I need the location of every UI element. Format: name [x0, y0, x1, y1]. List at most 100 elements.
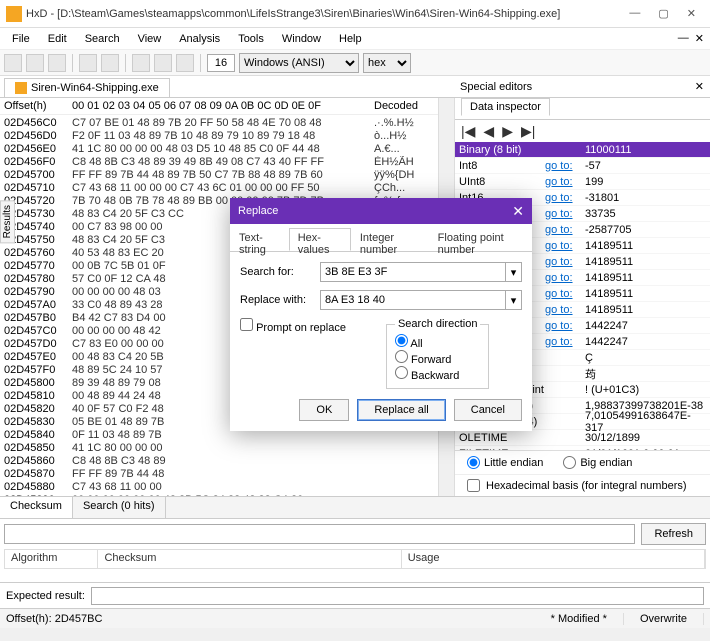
special-editors-close-icon[interactable]: ✕	[695, 80, 704, 93]
ok-button[interactable]: OK	[299, 399, 349, 421]
results-sidebar-label[interactable]: Results	[0, 200, 15, 243]
mdi-close-icon[interactable]: ✕	[695, 32, 704, 45]
tab-data-inspector[interactable]: Data inspector	[461, 98, 550, 116]
menu-edit[interactable]: Edit	[40, 31, 75, 47]
menu-view[interactable]: View	[130, 31, 170, 47]
menu-analysis[interactable]: Analysis	[171, 31, 228, 47]
tab-text-string[interactable]: Text-string	[230, 228, 289, 251]
hex-bytes[interactable]: 00 00 00 00 00 00 48 8B 5C 24 38 48 83 C…	[72, 494, 374, 496]
hex-row[interactable]: 02D456E041 1C 80 00 00 00 48 03 D5 10 48…	[4, 143, 434, 156]
redo-icon[interactable]	[101, 54, 119, 72]
inspector-row[interactable]: Int8go to:-57	[455, 158, 710, 174]
hex-bytes[interactable]: 41 1C 80 00 00 00 48 03 D5 10 48 85 C0 0…	[72, 143, 374, 156]
refresh-button[interactable]: Refresh	[641, 523, 706, 545]
minimize-button[interactable]: —	[629, 7, 640, 20]
col-algorithm[interactable]: Algorithm	[5, 550, 98, 568]
dialog-close-icon[interactable]: ✕	[512, 203, 524, 220]
maximize-button[interactable]: ▢	[658, 7, 668, 20]
bytes-per-row-input[interactable]	[207, 54, 235, 72]
search-for-input[interactable]	[320, 262, 506, 282]
prompt-checkbox[interactable]	[240, 318, 253, 331]
dir-all-radio[interactable]	[395, 334, 408, 347]
dir-backward[interactable]: Backward	[395, 370, 459, 382]
save-icon[interactable]	[48, 54, 66, 72]
endian-little[interactable]: Little endian	[467, 456, 543, 469]
replace-all-button[interactable]: Replace all	[357, 399, 445, 421]
goto-link[interactable]: go to:	[545, 176, 585, 188]
nav-prev-icon[interactable]: ◀	[483, 123, 494, 140]
nav-last-icon[interactable]: ▶|	[521, 123, 535, 140]
endian-big-radio[interactable]	[563, 456, 576, 469]
open-icon[interactable]	[26, 54, 44, 72]
tab-integer[interactable]: Integer number	[351, 228, 429, 251]
endian-little-radio[interactable]	[467, 456, 480, 469]
close-button[interactable]: ✕	[687, 7, 696, 20]
inspector-row[interactable]: Binary (8 bit)11000111	[455, 142, 710, 158]
hex-row[interactable]: 02D45700FF FF 89 7B 44 48 89 7B 50 C7 7B…	[4, 169, 434, 182]
dir-backward-radio[interactable]	[395, 366, 408, 379]
menu-help[interactable]: Help	[331, 31, 370, 47]
hex-basis-checkbox[interactable]	[467, 479, 480, 492]
hex-row[interactable]: 02D456C0C7 07 BE 01 48 89 7B 20 FF 50 58…	[4, 117, 434, 130]
col-checksum[interactable]: Checksum	[98, 550, 401, 568]
hex-row[interactable]: 02D456D0F2 0F 11 03 48 89 7B 10 48 89 79…	[4, 130, 434, 143]
dir-all[interactable]: All	[395, 338, 423, 350]
goto-link[interactable]: go to:	[545, 304, 585, 316]
hex-bytes[interactable]: C7 07 BE 01 48 89 7B 20 FF 50 58 48 4E 7…	[72, 117, 374, 130]
hex-bytes[interactable]: FF FF 89 7B 44 48 89 7B 50 C7 7B 88 48 8…	[72, 169, 374, 182]
tab-file[interactable]: Siren-Win64-Shipping.exe	[4, 78, 170, 97]
tab-hex-values[interactable]: Hex-values	[289, 228, 351, 251]
hex-row[interactable]: 02D45880C7 43 68 11 00 00	[4, 481, 434, 494]
hex-bytes[interactable]: F2 0F 11 03 48 89 7B 10 48 89 79 10 89 7…	[72, 130, 374, 143]
goto-link[interactable]: go to:	[545, 320, 585, 332]
goto-link[interactable]: go to:	[545, 288, 585, 300]
cancel-button[interactable]: Cancel	[454, 399, 522, 421]
hex-row[interactable]: 02D45710C7 43 68 11 00 00 00 C7 43 6C 01…	[4, 182, 434, 195]
hex-bytes[interactable]: 41 1C 80 00 00 00	[72, 442, 374, 455]
hex-row[interactable]: 02D456F0C8 48 8B C3 48 89 39 49 8B 49 08…	[4, 156, 434, 169]
menu-tools[interactable]: Tools	[230, 31, 272, 47]
hex-bytes[interactable]: C8 48 8B C3 48 89 39 49 8B 49 08 C7 43 4…	[72, 156, 374, 169]
hex-row[interactable]: 02D4585041 1C 80 00 00 00	[4, 442, 434, 455]
goto-link[interactable]: go to:	[545, 336, 585, 348]
tab-checksum[interactable]: Checksum	[0, 497, 73, 518]
dir-forward[interactable]: Forward	[395, 354, 451, 366]
dir-forward-radio[interactable]	[395, 350, 408, 363]
new-icon[interactable]	[4, 54, 22, 72]
goto-link[interactable]: go to:	[545, 272, 585, 284]
inspector-row[interactable]: UInt8go to:199	[455, 174, 710, 190]
dialog-titlebar[interactable]: Replace ✕	[230, 198, 532, 224]
hex-row[interactable]: 02D45870FF FF 89 7B 44 48	[4, 468, 434, 481]
menu-window[interactable]: Window	[274, 31, 329, 47]
hex-row[interactable]: 02D45860C8 48 8B C3 48 89	[4, 455, 434, 468]
goto-link[interactable]: go to:	[545, 160, 585, 172]
expected-input[interactable]	[91, 587, 704, 605]
hex-row[interactable]: 02D4589000 00 00 00 00 00 48 8B 5C 24 38…	[4, 494, 434, 496]
nav-first-icon[interactable]: |◀	[461, 123, 475, 140]
endian-big[interactable]: Big endian	[563, 456, 632, 469]
cut-icon[interactable]	[132, 54, 150, 72]
search-dropdown-icon[interactable]: ▾	[506, 262, 522, 282]
replace-dropdown-icon[interactable]: ▾	[506, 290, 522, 310]
menu-search[interactable]: Search	[77, 31, 128, 47]
hex-bytes[interactable]: C7 43 68 11 00 00 00 C7 43 6C 01 00 00 0…	[72, 182, 374, 195]
checksum-dropdown[interactable]	[4, 524, 635, 544]
goto-link[interactable]: go to:	[545, 224, 585, 236]
tab-float[interactable]: Floating point number	[429, 228, 532, 251]
goto-link[interactable]: go to:	[545, 240, 585, 252]
goto-link[interactable]: go to:	[545, 256, 585, 268]
goto-link[interactable]: go to:	[545, 208, 585, 220]
encoding-select[interactable]: Windows (ANSI)	[239, 53, 359, 73]
goto-link[interactable]: go to:	[545, 192, 585, 204]
menu-file[interactable]: File	[4, 31, 38, 47]
undo-icon[interactable]	[79, 54, 97, 72]
tab-search-results[interactable]: Search (0 hits)	[73, 497, 166, 518]
hex-bytes[interactable]: C7 43 68 11 00 00	[72, 481, 374, 494]
base-select[interactable]: hex	[363, 53, 411, 73]
col-usage[interactable]: Usage	[402, 550, 705, 568]
paste-icon[interactable]	[176, 54, 194, 72]
prompt-on-replace[interactable]: Prompt on replace	[240, 318, 346, 334]
copy-icon[interactable]	[154, 54, 172, 72]
replace-with-input[interactable]	[320, 290, 506, 310]
nav-next-icon[interactable]: ▶	[502, 123, 513, 140]
